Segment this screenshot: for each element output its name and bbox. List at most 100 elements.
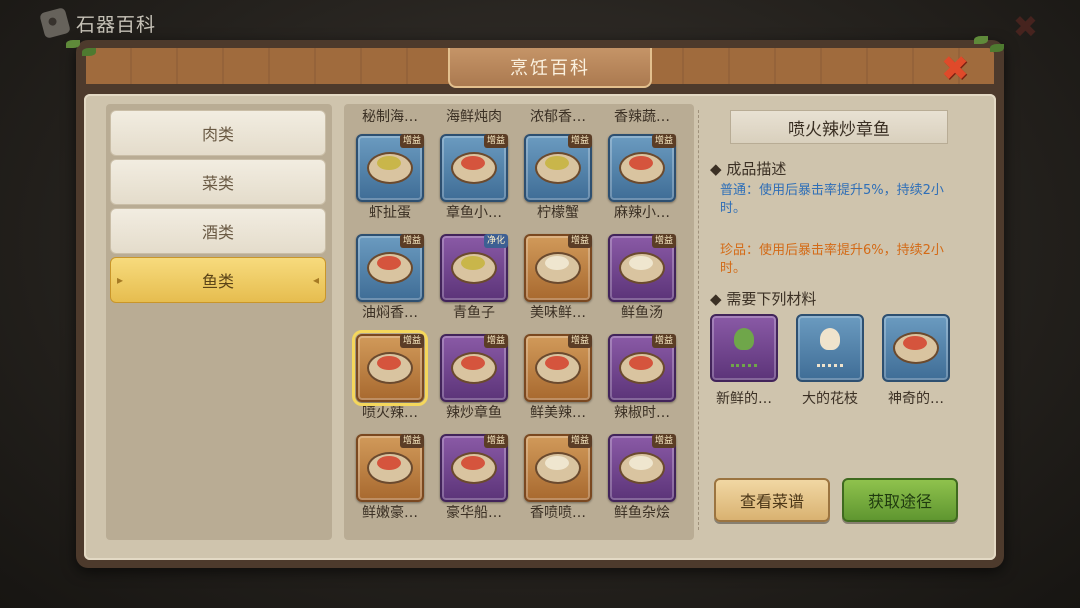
category-wine[interactable]: 酒类 — [110, 208, 326, 254]
buff-badge: 增益 — [399, 134, 424, 148]
dish-icon — [535, 252, 581, 284]
food-name: 麻辣小… — [614, 205, 670, 221]
food-detail-title: 喷火辣炒章鱼 — [730, 110, 948, 144]
octopus-ball-icon[interactable]: 增益 — [440, 134, 508, 202]
food-name: 章鱼小… — [446, 205, 502, 221]
shrimp-egg-icon[interactable]: 增益 — [356, 134, 424, 202]
category-vegetable[interactable]: 菜类 — [110, 159, 326, 205]
panel-divider — [698, 110, 699, 530]
dish-icon — [451, 452, 497, 484]
buff-badge: 增益 — [567, 434, 592, 448]
material-item[interactable]: 大的花枝 — [790, 314, 870, 408]
fish-platter-icon[interactable]: 增益 — [440, 434, 508, 502]
window-header: 烹饪百科 ✖ — [86, 48, 994, 88]
stew-icon[interactable]: 增益 — [524, 434, 592, 502]
fish-roe-icon[interactable]: 净化 — [440, 234, 508, 302]
octopus-stirfry-icon[interactable]: 增益 — [352, 330, 428, 406]
vine-decoration-icon — [66, 40, 102, 60]
fish-soup-icon[interactable]: 增益 — [524, 234, 592, 302]
stew-icon[interactable]: 增益 — [608, 434, 676, 502]
food-item[interactable]: 秘制海… — [348, 106, 432, 126]
encyclopedia-title: 石器百科 — [76, 13, 157, 36]
buff-badge: 增益 — [483, 434, 508, 448]
category-fish[interactable]: 鱼类 — [110, 257, 326, 303]
food-name: 辣椒时… — [614, 405, 670, 421]
lemon-crab-icon[interactable]: 增益 — [524, 134, 592, 202]
fish-platter-icon[interactable]: 增益 — [356, 434, 424, 502]
food-name: 美味鲜… — [530, 305, 586, 321]
green-squid-icon[interactable] — [710, 314, 778, 382]
buff-badge: 增益 — [399, 334, 424, 348]
food-item[interactable]: 增益 麻辣小… — [600, 130, 684, 222]
buff-badge: 增益 — [567, 134, 592, 148]
squid-icon — [727, 328, 761, 368]
food-name: 香辣蔬… — [614, 109, 670, 125]
spicy-fish-icon[interactable]: 增益 — [524, 334, 592, 402]
octopus-stirfry-icon[interactable]: 增益 — [440, 334, 508, 402]
buff-badge: 增益 — [651, 334, 676, 348]
food-item[interactable]: 增益 鲜嫩豪… — [348, 430, 432, 522]
food-item[interactable]: 浓郁香… — [516, 106, 600, 126]
food-item[interactable]: 增益 鲜鱼杂烩 — [600, 430, 684, 522]
food-item[interactable]: 增益 鲜美辣… — [516, 330, 600, 422]
dish-icon — [535, 352, 581, 384]
food-item[interactable]: 增益 香喷喷… — [516, 430, 600, 522]
dish-icon — [619, 352, 665, 384]
food-name: 秘制海… — [362, 109, 418, 125]
white-squid-icon[interactable] — [796, 314, 864, 382]
background-close-icon: ✖ — [1012, 10, 1038, 45]
food-item[interactable]: 增益 油焖香… — [348, 230, 432, 322]
dish-icon — [619, 452, 665, 484]
braised-crab-icon[interactable]: 增益 — [356, 234, 424, 302]
material-name: 新鲜的… — [716, 391, 772, 407]
desc-header-text: 成品描述 — [726, 160, 787, 178]
food-name: 香喷喷… — [530, 505, 586, 521]
food-item[interactable]: 增益 喷火辣… — [348, 330, 432, 422]
seasoning-bowl-icon[interactable] — [882, 314, 950, 382]
food-item[interactable]: 增益 豪华船… — [432, 430, 516, 522]
food-name: 柠檬蟹 — [537, 205, 579, 221]
food-item[interactable]: 增益 辣椒时… — [600, 330, 684, 422]
dish-icon — [619, 152, 665, 184]
food-item[interactable]: 增益 鲜鱼汤 — [600, 230, 684, 322]
buff-badge: 增益 — [567, 334, 592, 348]
obtain-route-button[interactable]: 获取途径 — [842, 478, 958, 522]
buff-badge: 增益 — [399, 234, 424, 248]
category-meat[interactable]: 肉类 — [110, 110, 326, 156]
food-name: 豪华船… — [446, 505, 502, 521]
food-item[interactable]: 增益 柠檬蟹 — [516, 130, 600, 222]
view-recipe-button[interactable]: 查看菜谱 — [714, 478, 830, 522]
desc-header: ◆ 成品描述 — [710, 160, 787, 178]
close-button[interactable]: ✖ — [938, 52, 972, 86]
material-item[interactable]: 神奇的… — [876, 314, 956, 408]
dish-icon — [893, 332, 939, 364]
spicy-crayfish-icon[interactable]: 增益 — [608, 134, 676, 202]
food-item[interactable]: 增益 美味鲜… — [516, 230, 600, 322]
purify-badge: 净化 — [483, 234, 508, 248]
squid-icon — [813, 328, 847, 368]
food-item[interactable]: 香辣蔬… — [600, 106, 684, 126]
materials-header: ◆ 需要下列材料 — [710, 290, 817, 308]
food-item[interactable]: 增益 辣炒章鱼 — [432, 330, 516, 422]
vine-decoration-icon — [974, 36, 1010, 56]
buff-badge: 增益 — [483, 134, 508, 148]
food-item[interactable]: 增益 虾扯蛋 — [348, 130, 432, 222]
dish-icon — [367, 252, 413, 284]
materials-header-text: 需要下列材料 — [726, 290, 817, 308]
fish-soup-icon[interactable]: 增益 — [608, 234, 676, 302]
food-item[interactable]: 海鲜炖肉 — [432, 106, 516, 126]
tag-icon — [39, 7, 71, 39]
dish-icon — [367, 352, 413, 384]
food-name: 鲜鱼杂烩 — [614, 505, 670, 521]
food-item[interactable]: 增益 章鱼小… — [432, 130, 516, 222]
food-name: 油焖香… — [362, 305, 418, 321]
spicy-fish-icon[interactable]: 增益 — [608, 334, 676, 402]
material-item[interactable]: 新鲜的… — [704, 314, 784, 408]
buff-badge: 增益 — [567, 234, 592, 248]
food-name: 喷火辣… — [362, 405, 418, 421]
dish-icon — [535, 152, 581, 184]
food-item[interactable]: 净化 青鱼子 — [432, 230, 516, 322]
food-name: 辣炒章鱼 — [446, 405, 502, 421]
dish-icon — [451, 352, 497, 384]
dish-icon — [451, 152, 497, 184]
